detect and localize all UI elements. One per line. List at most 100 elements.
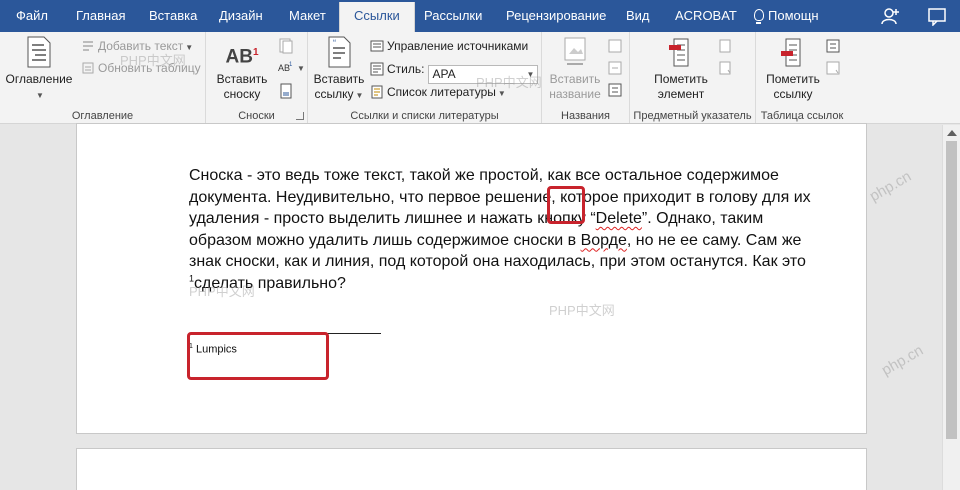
svg-text:“: “ — [333, 38, 336, 48]
update-table-icon — [82, 62, 94, 74]
ribbon-tab-bar: Файл Главная Вставка Дизайн Макет Ссылки… — [0, 0, 960, 32]
tab-mailings[interactable]: Рассылки — [424, 0, 482, 32]
scrollbar-thumb[interactable] — [946, 141, 957, 439]
tab-home[interactable]: Главная — [76, 0, 125, 32]
insert-caption-label-1: Вставить — [549, 72, 601, 86]
style-icon — [370, 62, 384, 76]
citation-style-control: Стиль: APA ▼ — [370, 59, 539, 84]
group-label-index: Предметный указатель — [633, 110, 752, 122]
group-label-citations: Ссылки и списки литературы — [350, 110, 499, 122]
highlight-box-footnote-mark — [547, 186, 585, 224]
add-text-label: Добавить текст — [98, 39, 184, 53]
share-user-icon[interactable] — [881, 6, 901, 26]
document-page-next[interactable] — [76, 448, 867, 490]
insert-caption-button[interactable]: Вставить название — [544, 36, 606, 102]
update-table-button[interactable]: Обновить таблицу — [81, 58, 201, 78]
vorde-word: Ворде — [580, 231, 627, 249]
chevron-down-icon: ▼ — [297, 64, 305, 73]
group-citations: “ Вставить ссылку ▼ Управление источникам… — [308, 32, 542, 124]
update-table-label: Обновить таблицу — [98, 61, 201, 75]
insert-table-of-figures-icon[interactable] — [608, 39, 622, 53]
insert-footnote-label-1: Вставить — [216, 72, 268, 86]
mark-citation-label-2: ссылку — [773, 87, 813, 101]
mark-citation-button[interactable]: Пометить ссылку — [758, 36, 828, 102]
vertical-scrollbar[interactable] — [942, 125, 960, 490]
style-select-value: APA — [432, 67, 456, 81]
footnote-icon-text: AB — [225, 46, 253, 68]
insert-table-of-authorities-icon[interactable] — [826, 39, 840, 53]
svg-text:1: 1 — [289, 62, 293, 68]
ribbon: Оглавление ▼ Добавить текст ▼ Обновить та… — [0, 32, 960, 124]
add-text-button[interactable]: Добавить текст ▼ — [81, 36, 193, 56]
tab-layout[interactable]: Макет — [289, 0, 326, 32]
manage-sources-label: Управление источниками — [387, 39, 529, 53]
group-index: Пометить элемент Предметный указатель — [630, 32, 756, 124]
insert-citation-label-2: ссылку — [314, 87, 354, 101]
tab-view[interactable]: Вид — [626, 0, 650, 32]
highlight-box-footnote — [187, 332, 329, 380]
footnote-icon-sup: 1 — [252, 47, 259, 58]
toc-button[interactable]: Оглавление ▼ — [4, 36, 74, 103]
insert-caption-icon — [564, 37, 586, 65]
group-table-of-authorities: Пометить ссылку Таблица ссылок — [756, 32, 848, 124]
tab-acrobat[interactable]: ACROBAT — [675, 0, 737, 32]
mark-entry-label-1: Пометить — [654, 72, 708, 86]
insert-citation-icon: “ — [328, 36, 351, 68]
group-footnotes: AB1 Вставить сноску AB 1 ▼ Сноски — [206, 32, 308, 124]
toc-button-label: Оглавление — [5, 72, 73, 86]
tab-file[interactable]: Файл — [16, 0, 48, 32]
bibliography-button[interactable]: Список литературы ▼ — [370, 82, 506, 102]
lightbulb-icon — [754, 9, 764, 24]
document-body-text[interactable]: Сноска - это ведь тоже текст, такой же п… — [189, 165, 819, 294]
chevron-down-icon: ▼ — [526, 70, 535, 79]
group-label-captions: Названия — [561, 110, 610, 122]
insert-caption-label-2: название — [549, 87, 601, 101]
mark-citation-icon — [781, 38, 801, 67]
insert-index-icon[interactable] — [718, 39, 732, 53]
insert-footnote-button[interactable]: AB1 Вставить сноску — [212, 36, 272, 102]
next-footnote-button[interactable]: AB 1 ▼ — [278, 60, 305, 79]
table-of-contents-icon — [27, 36, 51, 68]
insert-endnote-icon[interactable] — [278, 38, 294, 54]
manage-sources-button[interactable]: Управление источниками — [370, 36, 528, 56]
group-captions: Вставить название Названия — [542, 32, 630, 124]
tab-design[interactable]: Дизайн — [219, 0, 263, 32]
mark-entry-icon — [669, 38, 689, 67]
update-table-of-authorities-icon[interactable] — [826, 61, 840, 75]
insert-citation-button[interactable]: “ Вставить ссылку ▼ — [310, 36, 368, 103]
update-table-icon[interactable] — [608, 61, 622, 75]
watermark-text: PHP中文网 — [549, 303, 615, 318]
insert-citation-label-1: Вставить — [313, 72, 365, 86]
scroll-up-arrow-icon[interactable] — [947, 130, 957, 136]
chevron-down-icon: ▼ — [355, 91, 364, 100]
delete-word: Delete — [595, 210, 642, 227]
add-text-icon — [83, 41, 93, 51]
update-index-icon[interactable] — [718, 61, 732, 75]
bibliography-label: Список литературы — [387, 85, 496, 99]
group-toc: Оглавление ▼ Добавить текст ▼ Обновить та… — [0, 32, 206, 124]
paragraph-part-4: сделать правильно? — [194, 274, 346, 292]
show-notes-icon[interactable] — [278, 83, 294, 99]
mark-citation-label-1: Пометить — [766, 72, 820, 86]
group-label-toa: Таблица ссылок — [760, 110, 844, 122]
cross-reference-icon[interactable] — [608, 83, 622, 97]
manage-sources-icon — [370, 40, 384, 52]
chevron-down-icon: ▼ — [36, 91, 44, 100]
mark-entry-button[interactable]: Пометить элемент — [646, 36, 716, 102]
footnote-icon: AB1 — [212, 36, 272, 68]
tab-references[interactable]: Ссылки — [339, 2, 415, 32]
tab-review[interactable]: Рецензирование — [506, 0, 606, 32]
document-page[interactable]: Сноска - это ведь тоже текст, такой же п… — [76, 123, 867, 434]
insert-footnote-label-2: сноску — [223, 87, 261, 101]
tab-insert[interactable]: Вставка — [149, 0, 197, 32]
tab-tell-me[interactable]: Помощн — [754, 0, 819, 32]
next-footnote-icon: AB1 — [278, 62, 293, 73]
comments-icon[interactable] — [927, 6, 947, 26]
document-area[interactable]: Сноска - это ведь тоже текст, такой же п… — [0, 123, 942, 490]
chevron-down-icon: ▼ — [185, 43, 194, 52]
tell-me-label: Помощн — [768, 8, 819, 23]
bibliography-icon — [371, 85, 383, 99]
style-label: Стиль: — [387, 62, 425, 76]
dialog-launcher-icon[interactable] — [296, 112, 304, 120]
chevron-down-icon: ▼ — [497, 89, 506, 98]
